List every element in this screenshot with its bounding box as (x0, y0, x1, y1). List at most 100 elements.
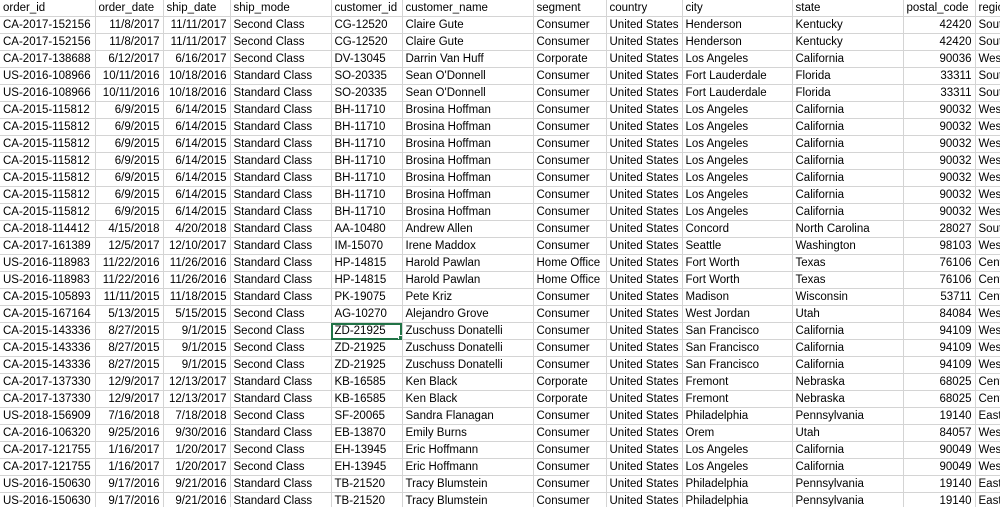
cell-city[interactable]: Los Angeles (682, 152, 793, 170)
cell-postal-code[interactable]: 90032 (903, 101, 976, 119)
cell-region[interactable]: West (975, 305, 1000, 323)
cell-customer-name[interactable]: Tracy Blumstein (402, 475, 534, 493)
cell-order-id[interactable]: US-2016-108966 (0, 84, 96, 102)
cell-order-date[interactable]: 10/11/2016 (95, 84, 164, 102)
cell-ship-date[interactable]: 9/21/2016 (163, 475, 231, 493)
cell-segment[interactable]: Consumer (533, 186, 607, 204)
cell-state[interactable]: California (792, 118, 904, 136)
cell-ship-date[interactable]: 12/13/2017 (163, 390, 231, 408)
cell-city[interactable]: Orem (682, 424, 793, 442)
cell-customer-name[interactable]: Ken Black (402, 390, 534, 408)
cell-country[interactable]: United States (606, 203, 683, 221)
header-cell-region[interactable]: region (975, 0, 1000, 17)
cell-customer-name[interactable]: Brosina Hoffman (402, 135, 534, 153)
cell-postal-code[interactable]: 98103 (903, 237, 976, 255)
cell-postal-code[interactable]: 94109 (903, 356, 976, 374)
cell-customer-name[interactable]: Claire Gute (402, 33, 534, 51)
cell-ship-date[interactable]: 11/26/2016 (163, 254, 231, 272)
cell-segment[interactable]: Consumer (533, 492, 607, 507)
cell-order-id[interactable]: CA-2015-143336 (0, 322, 96, 340)
cell-order-date[interactable]: 6/9/2015 (95, 169, 164, 187)
cell-state[interactable]: Nebraska (792, 390, 904, 408)
header-cell-customer-id[interactable]: customer_id (331, 0, 403, 17)
cell-customer-id[interactable]: DV-13045 (331, 50, 403, 68)
cell-country[interactable]: United States (606, 390, 683, 408)
cell-postal-code[interactable]: 94109 (903, 339, 976, 357)
cell-state[interactable]: California (792, 169, 904, 187)
cell-postal-code[interactable]: 90036 (903, 50, 976, 68)
cell-ship-date[interactable]: 5/15/2015 (163, 305, 231, 323)
cell-order-id[interactable]: US-2018-156909 (0, 407, 96, 425)
cell-state[interactable]: California (792, 152, 904, 170)
cell-customer-name[interactable]: Eric Hoffmann (402, 441, 534, 459)
cell-ship-mode[interactable]: Standard Class (230, 101, 332, 119)
cell-segment[interactable]: Consumer (533, 33, 607, 51)
cell-customer-name[interactable]: Sandra Flanagan (402, 407, 534, 425)
cell-order-id[interactable]: CA-2018-114412 (0, 220, 96, 238)
fill-handle[interactable] (397, 335, 401, 339)
cell-postal-code[interactable]: 68025 (903, 373, 976, 391)
cell-customer-id[interactable]: CG-12520 (331, 33, 403, 51)
cell-order-id[interactable]: CA-2015-115812 (0, 169, 96, 187)
cell-ship-date[interactable]: 11/26/2016 (163, 271, 231, 289)
cell-state[interactable]: Pennsylvania (792, 492, 904, 507)
cell-postal-code[interactable]: 90032 (903, 203, 976, 221)
cell-state[interactable]: Utah (792, 424, 904, 442)
cell-order-date[interactable]: 1/16/2017 (95, 458, 164, 476)
cell-order-id[interactable]: CA-2017-121755 (0, 441, 96, 459)
cell-order-date[interactable]: 8/27/2015 (95, 322, 164, 340)
cell-order-date[interactable]: 9/17/2016 (95, 475, 164, 493)
cell-ship-mode[interactable]: Standard Class (230, 186, 332, 204)
cell-region[interactable]: West (975, 203, 1000, 221)
cell-ship-date[interactable]: 6/14/2015 (163, 101, 231, 119)
cell-ship-date[interactable]: 6/14/2015 (163, 135, 231, 153)
cell-customer-id[interactable]: BH-11710 (331, 101, 403, 119)
cell-ship-date[interactable]: 6/16/2017 (163, 50, 231, 68)
cell-customer-id[interactable]: ZD-21925 (331, 356, 403, 374)
cell-postal-code[interactable]: 68025 (903, 390, 976, 408)
cell-customer-id[interactable]: TB-21520 (331, 492, 403, 507)
cell-order-id[interactable]: CA-2015-115812 (0, 152, 96, 170)
cell-customer-name[interactable]: Brosina Hoffman (402, 203, 534, 221)
cell-order-id[interactable]: US-2016-150630 (0, 492, 96, 507)
cell-city[interactable]: Seattle (682, 237, 793, 255)
cell-postal-code[interactable]: 84057 (903, 424, 976, 442)
cell-customer-name[interactable]: Pete Kriz (402, 288, 534, 306)
cell-segment[interactable]: Corporate (533, 50, 607, 68)
cell-country[interactable]: United States (606, 339, 683, 357)
cell-ship-date[interactable]: 9/1/2015 (163, 356, 231, 374)
cell-customer-name[interactable]: Sean O'Donnell (402, 84, 534, 102)
cell-segment[interactable]: Consumer (533, 424, 607, 442)
cell-customer-name[interactable]: Zuschuss Donatelli (402, 356, 534, 374)
cell-segment[interactable]: Consumer (533, 305, 607, 323)
cell-region[interactable]: West (975, 186, 1000, 204)
cell-city[interactable]: Fremont (682, 373, 793, 391)
cell-order-date[interactable]: 11/22/2016 (95, 254, 164, 272)
cell-region[interactable]: East (975, 492, 1000, 507)
cell-order-date[interactable]: 6/12/2017 (95, 50, 164, 68)
cell-order-date[interactable]: 6/9/2015 (95, 186, 164, 204)
cell-customer-name[interactable]: Brosina Hoffman (402, 101, 534, 119)
cell-order-date[interactable]: 12/5/2017 (95, 237, 164, 255)
cell-postal-code[interactable]: 33311 (903, 84, 976, 102)
cell-segment[interactable]: Consumer (533, 475, 607, 493)
cell-region[interactable]: West (975, 152, 1000, 170)
cell-region[interactable]: Central (975, 288, 1000, 306)
cell-customer-id[interactable]: BH-11710 (331, 118, 403, 136)
cell-order-date[interactable]: 9/25/2016 (95, 424, 164, 442)
cell-state[interactable]: California (792, 322, 904, 340)
cell-region[interactable]: West (975, 237, 1000, 255)
cell-customer-id[interactable]: SO-20335 (331, 84, 403, 102)
cell-ship-mode[interactable]: Standard Class (230, 135, 332, 153)
cell-customer-name[interactable]: Harold Pawlan (402, 271, 534, 289)
cell-country[interactable]: United States (606, 424, 683, 442)
cell-country[interactable]: United States (606, 33, 683, 51)
cell-segment[interactable]: Consumer (533, 84, 607, 102)
cell-customer-id[interactable]: IM-15070 (331, 237, 403, 255)
cell-region[interactable]: East (975, 407, 1000, 425)
cell-ship-mode[interactable]: Standard Class (230, 220, 332, 238)
header-cell-ship-mode[interactable]: ship_mode (230, 0, 332, 17)
cell-state[interactable]: Florida (792, 84, 904, 102)
cell-segment[interactable]: Consumer (533, 407, 607, 425)
cell-region[interactable]: West (975, 424, 1000, 442)
